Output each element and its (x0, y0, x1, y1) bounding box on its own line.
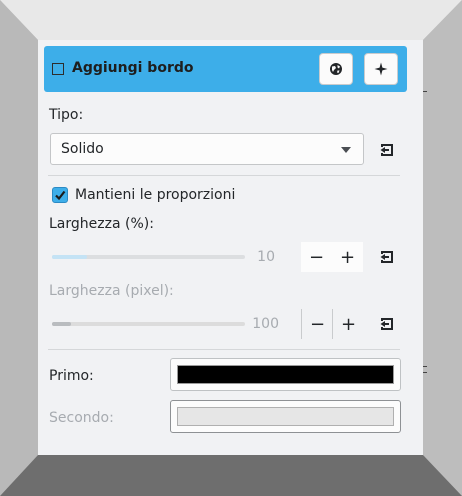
width-pixel-label: Larghezza (pixel): (49, 283, 174, 299)
primary-color-button[interactable] (170, 358, 401, 391)
reset-type-icon[interactable] (380, 143, 394, 157)
width-pixel-decrease-button[interactable]: − (302, 309, 333, 339)
width-percent-value[interactable]: 10 (235, 249, 275, 265)
width-pixel-stepper: − + (301, 309, 363, 339)
sparkle-icon (374, 62, 388, 76)
reset-width-percent-icon[interactable] (380, 250, 394, 264)
enable-effect-checkbox[interactable] (52, 63, 64, 75)
width-percent-slider-fill (52, 255, 87, 259)
effect-panel: Aggiungi bordo Tipo: Solido Mantieni le … (38, 40, 423, 455)
checkmark-icon (55, 190, 66, 201)
type-label: Tipo: (49, 107, 84, 123)
secondary-color-swatch (177, 407, 394, 426)
width-percent-stepper: − + (301, 242, 363, 272)
chevron-down-icon (341, 147, 351, 153)
width-percent-slider[interactable] (52, 255, 245, 259)
separator (48, 349, 400, 350)
globe-button[interactable] (319, 53, 353, 85)
width-percent-increase-button[interactable]: + (332, 242, 363, 272)
primary-color-label: Primo: (49, 368, 94, 384)
preset-button[interactable] (364, 53, 398, 85)
secondary-color-button[interactable] (170, 400, 401, 433)
side-tick (423, 366, 427, 367)
primary-color-swatch (177, 365, 394, 384)
type-value: Solido (61, 141, 104, 157)
keep-ratio-label: Mantieni le proporzioni (75, 187, 236, 203)
side-tick (423, 372, 427, 373)
width-pixel-value[interactable]: 100 (239, 316, 279, 332)
width-pixel-slider-fill (52, 322, 72, 326)
effect-header: Aggiungi bordo (44, 46, 407, 92)
secondary-color-label: Secondo: (49, 410, 114, 426)
separator (48, 175, 400, 176)
side-tick (423, 91, 427, 92)
width-percent-decrease-button[interactable]: − (301, 242, 332, 272)
globe-icon (330, 63, 342, 75)
width-pixel-increase-button[interactable]: + (333, 309, 364, 339)
effect-title: Aggiungi bordo (72, 60, 194, 76)
keep-ratio-checkbox[interactable] (52, 187, 68, 203)
reset-width-pixel-icon[interactable] (380, 317, 394, 331)
type-combobox[interactable]: Solido (50, 133, 364, 165)
width-percent-label: Larghezza (%): (49, 216, 154, 232)
width-pixel-slider[interactable] (52, 322, 245, 326)
